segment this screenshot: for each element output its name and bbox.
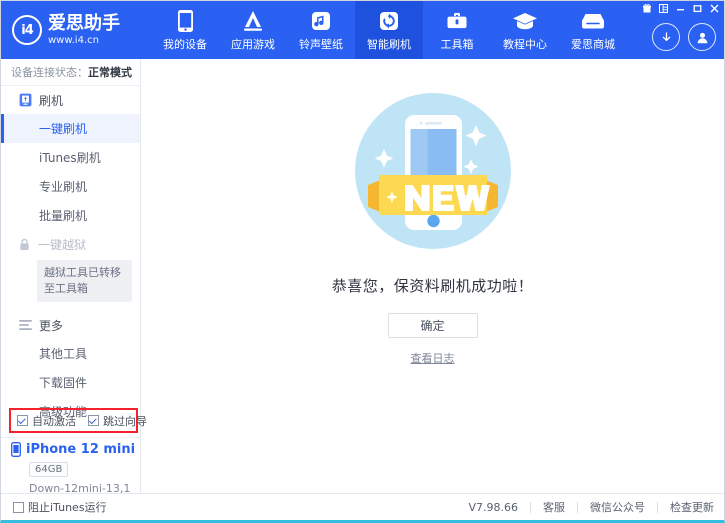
list-icon [18,318,32,332]
new-badge-illustration [343,81,523,261]
header-account-zone [652,23,716,51]
brand-text: 爱思助手 www.i4.cn [48,15,120,46]
sidebar-group-more: 更多 [1,311,140,339]
sidebar-item-label: iTunes刷机 [39,149,101,166]
sidebar-item-itunes-flash[interactable]: iTunes刷机 [1,143,140,172]
main-content: 恭喜您，保资料刷机成功啦！ 确定 查看日志 [141,59,724,493]
i4-logo-icon: i4 [12,15,42,45]
gift-icon[interactable] [639,2,654,15]
skip-wizard-checkbox[interactable]: 跳过向导 [88,413,147,429]
brand-url: www.i4.cn [48,36,120,46]
sidebar-item-pro-flash[interactable]: 专业刷机 [1,172,140,201]
refresh-icon [378,9,400,33]
connection-status: 设备连接状态：正常模式 [1,59,140,86]
maximize-icon[interactable] [690,2,705,15]
sidebar-group-label: 更多 [39,317,63,334]
sidebar-item-one-key-flash[interactable]: 一键刷机 [1,114,140,143]
store-icon [580,9,606,33]
main-nav: 我的设备 应用游戏 铃声壁纸 智能刷机 [141,1,724,59]
connection-status-value: 正常模式 [88,64,132,80]
checkbox-label: 阻止iTunes运行 [28,499,107,515]
tab-tutorial-center[interactable]: 教程中心 [491,1,559,59]
confirm-button[interactable]: 确定 [388,313,478,338]
sidebar: 设备连接状态：正常模式 刷机 一键刷机 iTunes刷机 专业刷机 批量刷机 [1,59,141,493]
tab-my-device[interactable]: 我的设备 [151,1,219,59]
status-bar: 阻止iTunes运行 V7.98.66 客服 微信公众号 检查更新 [1,493,724,520]
toolbox-icon [445,9,469,33]
phone-icon [177,9,194,33]
app-body: 设备连接状态：正常模式 刷机 一键刷机 iTunes刷机 专业刷机 批量刷机 [1,59,724,493]
checkbox-box [17,415,28,426]
sidebar-item-label: 下载固件 [39,374,87,391]
brand-logo[interactable]: i4 爱思助手 www.i4.cn [1,1,141,59]
sidebar-item-label: 一键刷机 [39,120,87,137]
tab-label: 工具箱 [441,36,474,52]
graduation-icon [512,9,538,33]
sidebar-group-flash: 刷机 [1,86,140,114]
block-itunes-checkbox[interactable]: 阻止iTunes运行 [13,499,107,515]
minimize-icon[interactable] [673,2,688,15]
music-icon [310,9,332,33]
sidebar-group-label: 刷机 [39,92,63,109]
app-header: i4 爱思助手 www.i4.cn 我的设备 应用游戏 [1,1,724,59]
device-capacity-badge: 64GB [29,462,68,477]
sidebar-item-one-key-jailbreak: 一键越狱 [1,230,140,259]
connection-status-label: 设备连接状态： [11,64,88,80]
tab-app-game[interactable]: 应用游戏 [219,1,287,59]
status-bar-right: V7.98.66 客服 微信公众号 检查更新 [468,499,714,515]
brand-title: 爱思助手 [48,15,120,33]
close-icon[interactable] [707,2,722,15]
sidebar-item-label: 其他工具 [39,345,87,362]
sidebar-item-download-firmware[interactable]: 下载固件 [1,368,140,397]
flash-device-icon [18,93,32,107]
sidebar-item-label: 批量刷机 [39,207,87,224]
sidebar-item-label: 一键越狱 [38,236,86,253]
check-update-link[interactable]: 检查更新 [670,499,714,515]
sidebar-item-batch-flash[interactable]: 批量刷机 [1,201,140,230]
connected-device-card[interactable]: iPhone 12 mini 64GB Down-12mini-13,1 [1,437,140,495]
phone-icon [11,442,21,457]
download-icon[interactable] [652,23,680,51]
tab-label: 爱思商城 [571,36,615,52]
view-log-link[interactable]: 查看日志 [411,350,455,366]
divider [577,502,578,513]
customer-service-link[interactable]: 客服 [543,499,565,515]
success-message: 恭喜您，保资料刷机成功啦！ [332,275,534,296]
app-window: i4 爱思助手 www.i4.cn 我的设备 应用游戏 [0,0,725,523]
jailbreak-moved-tooltip: 越狱工具已转移至工具箱 [37,260,132,302]
checkbox-box [88,415,99,426]
window-controls [639,1,722,15]
account-icon[interactable] [688,23,716,51]
checkbox-box [13,502,24,513]
checkbox-label: 自动激活 [32,413,76,429]
tab-label: 铃声壁纸 [299,36,343,52]
tab-label: 我的设备 [163,36,207,52]
device-name-row: iPhone 12 mini [11,442,140,457]
tab-label: 应用游戏 [231,36,275,52]
tab-ringtone-wallpaper[interactable]: 铃声壁纸 [287,1,355,59]
tab-label: 教程中心 [503,36,547,52]
device-name-label: iPhone 12 mini [26,442,135,457]
device-model-label: Down-12mini-13,1 [29,482,140,495]
menu-icon[interactable] [656,2,671,15]
tab-toolbox[interactable]: 工具箱 [423,1,491,59]
divider [657,502,658,513]
app-game-icon [240,9,266,33]
tab-label: 智能刷机 [367,36,411,52]
divider [530,502,531,513]
sidebar-item-other-tools[interactable]: 其他工具 [1,339,140,368]
sidebar-item-label: 专业刷机 [39,178,87,195]
tab-smart-flash[interactable]: 智能刷机 [355,1,423,59]
wechat-official-link[interactable]: 微信公众号 [590,499,645,515]
tab-i4-store[interactable]: 爱思商城 [559,1,627,59]
version-label: V7.98.66 [468,501,518,514]
checkbox-label: 跳过向导 [103,413,147,429]
auto-activate-checkbox[interactable]: 自动激活 [17,413,76,429]
flash-options-highlight: 自动激活 跳过向导 [9,408,138,433]
lock-icon [18,238,31,252]
